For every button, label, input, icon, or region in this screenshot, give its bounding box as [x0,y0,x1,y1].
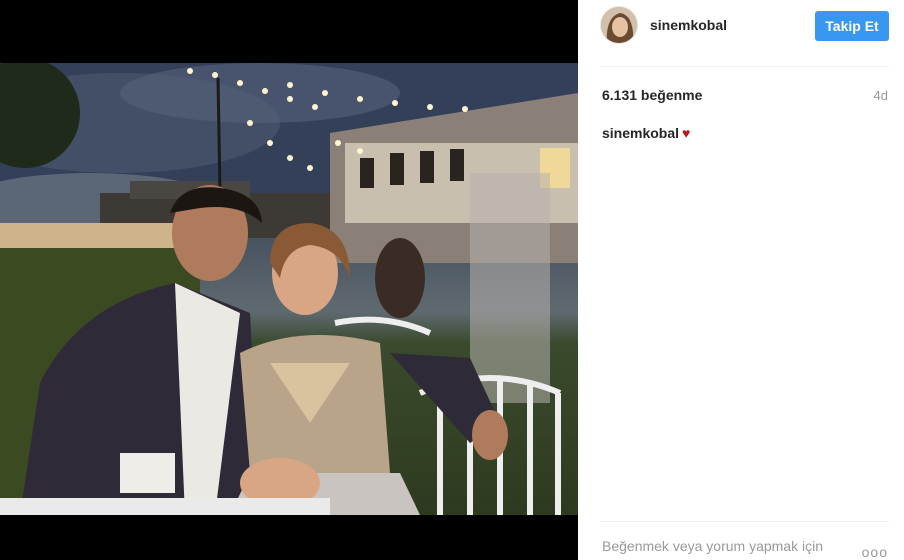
post-media [0,0,578,560]
avatar-image [601,7,637,43]
avatar[interactable] [600,6,638,44]
photo-illustration [0,63,578,515]
caption-username[interactable]: sinemkobal [602,125,679,141]
likes-count[interactable]: 6.131 beğenme [602,87,702,103]
caption: sinemkobal ♥ [602,125,690,141]
header-divider [600,66,889,67]
username-link[interactable]: sinemkobal [650,17,727,33]
follow-button[interactable]: Takip Et [815,11,889,41]
post-header: sinemkobal Takip Et [578,0,904,66]
footer-divider [600,521,889,522]
post-timestamp[interactable]: 4d [874,88,888,103]
post-sidebar: sinemkobal Takip Et 6.131 beğenme 4d sin… [578,0,904,560]
heart-emoji-icon: ♥ [682,125,691,141]
post-photo[interactable] [0,63,578,515]
more-options-icon[interactable]: ooo [862,544,888,560]
login-prompt[interactable]: Beğenmek veya yorum yapmak için [602,537,852,555]
